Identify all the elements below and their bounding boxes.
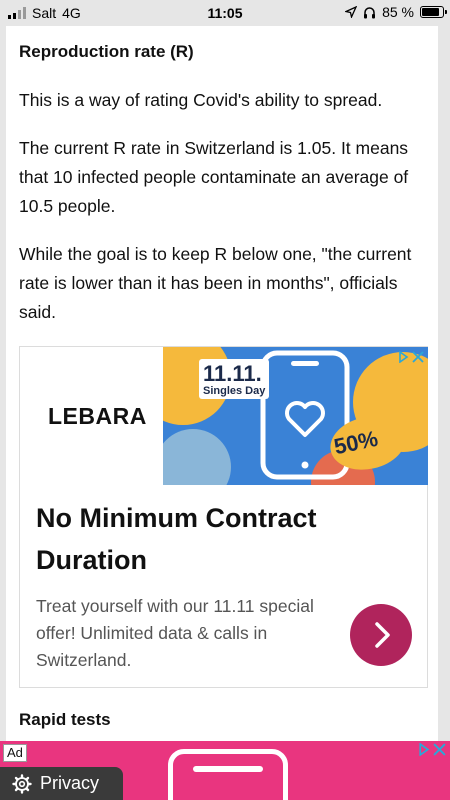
privacy-button[interactable]: Privacy xyxy=(0,767,123,800)
ad-image-event: Singles Day xyxy=(203,385,266,397)
section-heading: Rapid tests xyxy=(19,710,111,729)
article-paragraph: This is a way of rating Covid's ability … xyxy=(19,90,383,110)
ad-headline[interactable]: No Minimum Contract Duration xyxy=(36,497,416,581)
close-icon[interactable] xyxy=(433,743,446,756)
section-heading: Reproduction rate (R) xyxy=(19,42,194,61)
location-icon xyxy=(345,6,358,18)
battery-icon xyxy=(420,6,447,18)
adchoices-icon[interactable] xyxy=(417,743,430,756)
battery-percent: 85 % xyxy=(382,4,414,20)
gear-icon xyxy=(12,773,32,794)
article-content: Reproduction rate (R) This is a way of r… xyxy=(6,26,438,742)
ad-brand-logo: LEBARA xyxy=(48,403,147,429)
close-icon[interactable] xyxy=(412,351,424,363)
phone-illustration xyxy=(168,749,288,800)
headphones-icon xyxy=(364,6,376,18)
privacy-label: Privacy xyxy=(40,773,100,793)
ad-image[interactable]: 11.11. Singles Day 50% xyxy=(163,347,428,485)
status-bar: Salt 4G 11:05 85 % xyxy=(0,0,450,26)
ad-label: Ad xyxy=(3,744,27,762)
native-ad[interactable]: LEBARA 11.11. Singles Day 50% No Minimum… xyxy=(19,346,428,688)
ad-cta-button[interactable] xyxy=(350,604,412,666)
banner-adchoices[interactable] xyxy=(417,743,446,756)
status-right: 85 % xyxy=(345,4,447,20)
article-paragraph: The current R rate in Switzerland is 1.0… xyxy=(19,138,409,216)
ad-image-date: 11.11. xyxy=(203,361,262,386)
chevron-right-icon xyxy=(375,622,390,648)
ad-body-text: Treat yourself with our 11.11 special of… xyxy=(36,596,314,670)
article-paragraph: While the goal is to keep R below one, "… xyxy=(19,244,412,322)
adchoices[interactable] xyxy=(397,351,424,363)
adchoices-icon[interactable] xyxy=(397,351,409,363)
